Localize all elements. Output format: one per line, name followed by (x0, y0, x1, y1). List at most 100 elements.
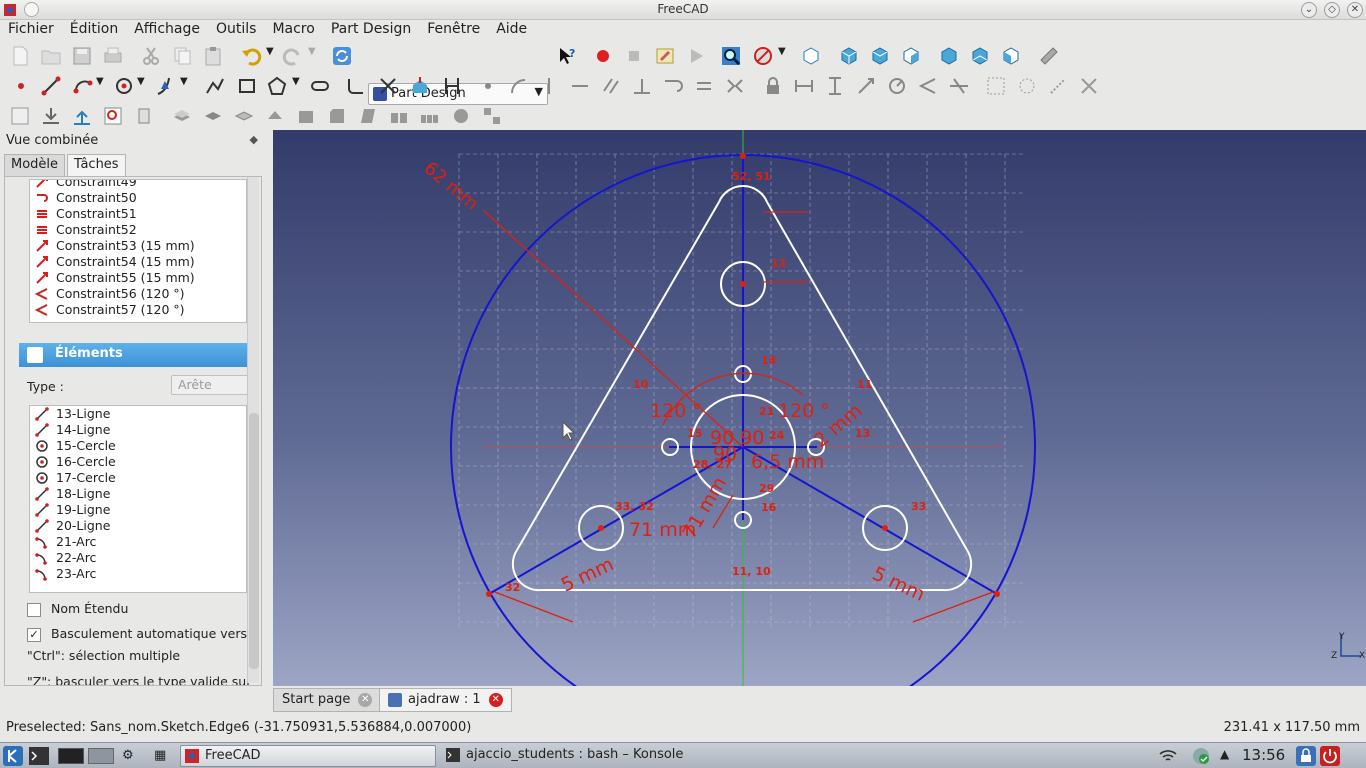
list-item[interactable]: Constraint54 (15 mm) (30, 254, 246, 270)
fillet-icon[interactable] (345, 75, 367, 97)
auto-switch-checkbox-row[interactable]: ✓ Basculement automatique vers (27, 626, 247, 642)
tray-expand-icon[interactable]: ▲ (1220, 747, 1229, 761)
fit-all-icon[interactable] (720, 45, 742, 67)
view-sketch-icon[interactable] (102, 105, 124, 127)
list-item[interactable]: Constraint56 (120 °) (30, 286, 246, 302)
constraint-angle-icon[interactable] (917, 75, 939, 97)
constraint-coincident-icon[interactable] (477, 75, 499, 97)
list-item[interactable]: 19-Ligne (30, 502, 246, 518)
run-macro-icon[interactable] (685, 45, 707, 67)
tab-taches[interactable]: Tâches (67, 154, 126, 176)
clock[interactable]: 13:56 (1242, 746, 1285, 764)
leave-sketch-icon[interactable] (40, 105, 62, 127)
whats-this-icon[interactable]: ? (556, 45, 578, 67)
draw-style-dropdown-icon[interactable]: ▼ (778, 46, 786, 57)
groove-icon[interactable] (264, 105, 286, 127)
panel-float-icon[interactable]: ◆ (250, 133, 258, 146)
close-window-button[interactable]: ✕ (1347, 2, 1363, 18)
type-select[interactable]: Arête (171, 375, 251, 395)
sketch-point-icon[interactable] (10, 75, 32, 97)
sketch-circle-icon[interactable] (113, 75, 135, 97)
constraint-parallel-icon[interactable] (600, 75, 622, 97)
copy-icon[interactable] (171, 45, 193, 67)
list-item[interactable]: 13-Ligne (30, 406, 246, 422)
external-geometry-icon[interactable] (409, 75, 431, 97)
minimize-button[interactable]: ⌄ (1301, 2, 1317, 18)
view-rear-icon[interactable] (938, 45, 960, 67)
carbon-copy-icon[interactable] (441, 75, 463, 97)
list-item[interactable]: Constraint49 (30, 180, 246, 190)
extended-name-checkbox[interactable] (27, 602, 41, 617)
multi-transform-icon[interactable] (481, 105, 503, 127)
sketch-polyline-icon[interactable] (204, 75, 226, 97)
list-item[interactable]: 22-Arc (30, 550, 246, 566)
mirrored-icon[interactable] (388, 105, 410, 127)
draw-style-icon[interactable] (752, 45, 774, 67)
list-item[interactable]: Constraint53 (15 mm) (30, 238, 246, 254)
sketch-rectangle-icon[interactable] (236, 75, 258, 97)
lock-screen-icon[interactable] (1296, 746, 1316, 766)
polar-pattern-icon[interactable] (450, 105, 472, 127)
revolution-icon[interactable] (233, 105, 255, 127)
extended-name-checkbox-row[interactable]: Nom Étendu (27, 601, 128, 617)
power-icon[interactable] (1320, 746, 1340, 766)
network-activity-icon[interactable]: ⚙ (122, 748, 134, 763)
record-macro-icon[interactable] (592, 45, 614, 67)
view-bottom-icon[interactable] (969, 45, 991, 67)
refresh-icon[interactable] (331, 45, 353, 67)
auto-switch-checkbox[interactable]: ✓ (27, 627, 41, 642)
create-sketch-icon[interactable] (9, 105, 31, 127)
list-item[interactable]: Constraint50 (30, 190, 246, 206)
constraint-lock-icon[interactable] (762, 75, 784, 97)
list-item[interactable]: Constraint55 (15 mm) (30, 270, 246, 286)
sketch-conic-icon[interactable] (155, 75, 177, 97)
3d-viewport[interactable]: 62 mm 52, 51 12 14 10 11 120 ° 120 ° 21 … (273, 130, 1366, 686)
panel-scrollbar[interactable] (247, 177, 259, 683)
redo-dropdown-icon[interactable]: ▼ (308, 46, 316, 57)
symmetry-tool-icon[interactable] (1078, 75, 1100, 97)
list-item[interactable]: 20-Ligne (30, 518, 246, 534)
list-item[interactable]: 23-Arc (30, 566, 246, 582)
select-origin-icon[interactable] (1016, 75, 1038, 97)
circle-dropdown-icon[interactable]: ▼ (137, 76, 145, 87)
elements-list[interactable]: 13-Ligne 14-Ligne 15-Cercle 16-Cercle 17… (29, 405, 247, 593)
open-file-icon[interactable] (40, 45, 62, 67)
constraint-perpendicular-icon[interactable] (631, 75, 653, 97)
pocket-icon[interactable] (202, 105, 224, 127)
view-front-icon[interactable] (838, 45, 860, 67)
list-item[interactable]: Constraint51 (30, 206, 246, 222)
select-constraints-icon[interactable] (985, 75, 1007, 97)
stop-macro-icon[interactable] (623, 45, 645, 67)
map-sketch-icon[interactable] (71, 105, 93, 127)
chamfer-icon[interactable] (326, 105, 348, 127)
menu-outils[interactable]: Outils (208, 20, 264, 40)
tab-modele[interactable]: Modèle (4, 154, 66, 176)
constraint-point-on-object-icon[interactable] (507, 75, 529, 97)
sketch-canvas[interactable]: 62 mm 52, 51 12 14 10 11 120 ° 120 ° 21 … (273, 130, 1366, 686)
sketch-line-icon[interactable] (40, 75, 62, 97)
undo-dropdown-icon[interactable]: ▼ (266, 46, 274, 57)
constraint-snell-icon[interactable] (948, 75, 970, 97)
view-right-icon[interactable] (900, 45, 922, 67)
menu-aide[interactable]: Aide (488, 20, 535, 40)
tab-start-page[interactable]: Start page ✕ (273, 688, 382, 712)
menu-fenetre[interactable]: Fenêtre (419, 20, 488, 40)
list-item[interactable]: 18-Ligne (30, 486, 246, 502)
arc-dropdown-icon[interactable]: ▼ (96, 76, 104, 87)
pad-icon[interactable] (171, 105, 193, 127)
tab-ajadraw[interactable]: ajadraw : 1 ✕ (379, 688, 512, 712)
wifi-icon[interactable] (1158, 748, 1178, 764)
new-file-icon[interactable] (9, 45, 31, 67)
taskbar-konsole[interactable]: ajaccio_students : bash – Konsole (442, 745, 842, 767)
list-item[interactable]: Constraint57 (120 °) (30, 302, 246, 318)
constraint-horizontal-icon[interactable] (569, 75, 591, 97)
print-icon[interactable] (102, 45, 124, 67)
terminal-icon[interactable] (29, 747, 49, 765)
paste-icon[interactable] (202, 45, 224, 67)
cut-icon[interactable] (140, 45, 162, 67)
conic-dropdown-icon[interactable]: ▼ (180, 76, 188, 87)
list-item[interactable]: 14-Ligne (30, 422, 246, 438)
maximize-button[interactable]: ◇ (1324, 2, 1340, 18)
list-item[interactable]: Constraint52 (30, 222, 246, 238)
menu-edition[interactable]: Édition (62, 20, 126, 40)
